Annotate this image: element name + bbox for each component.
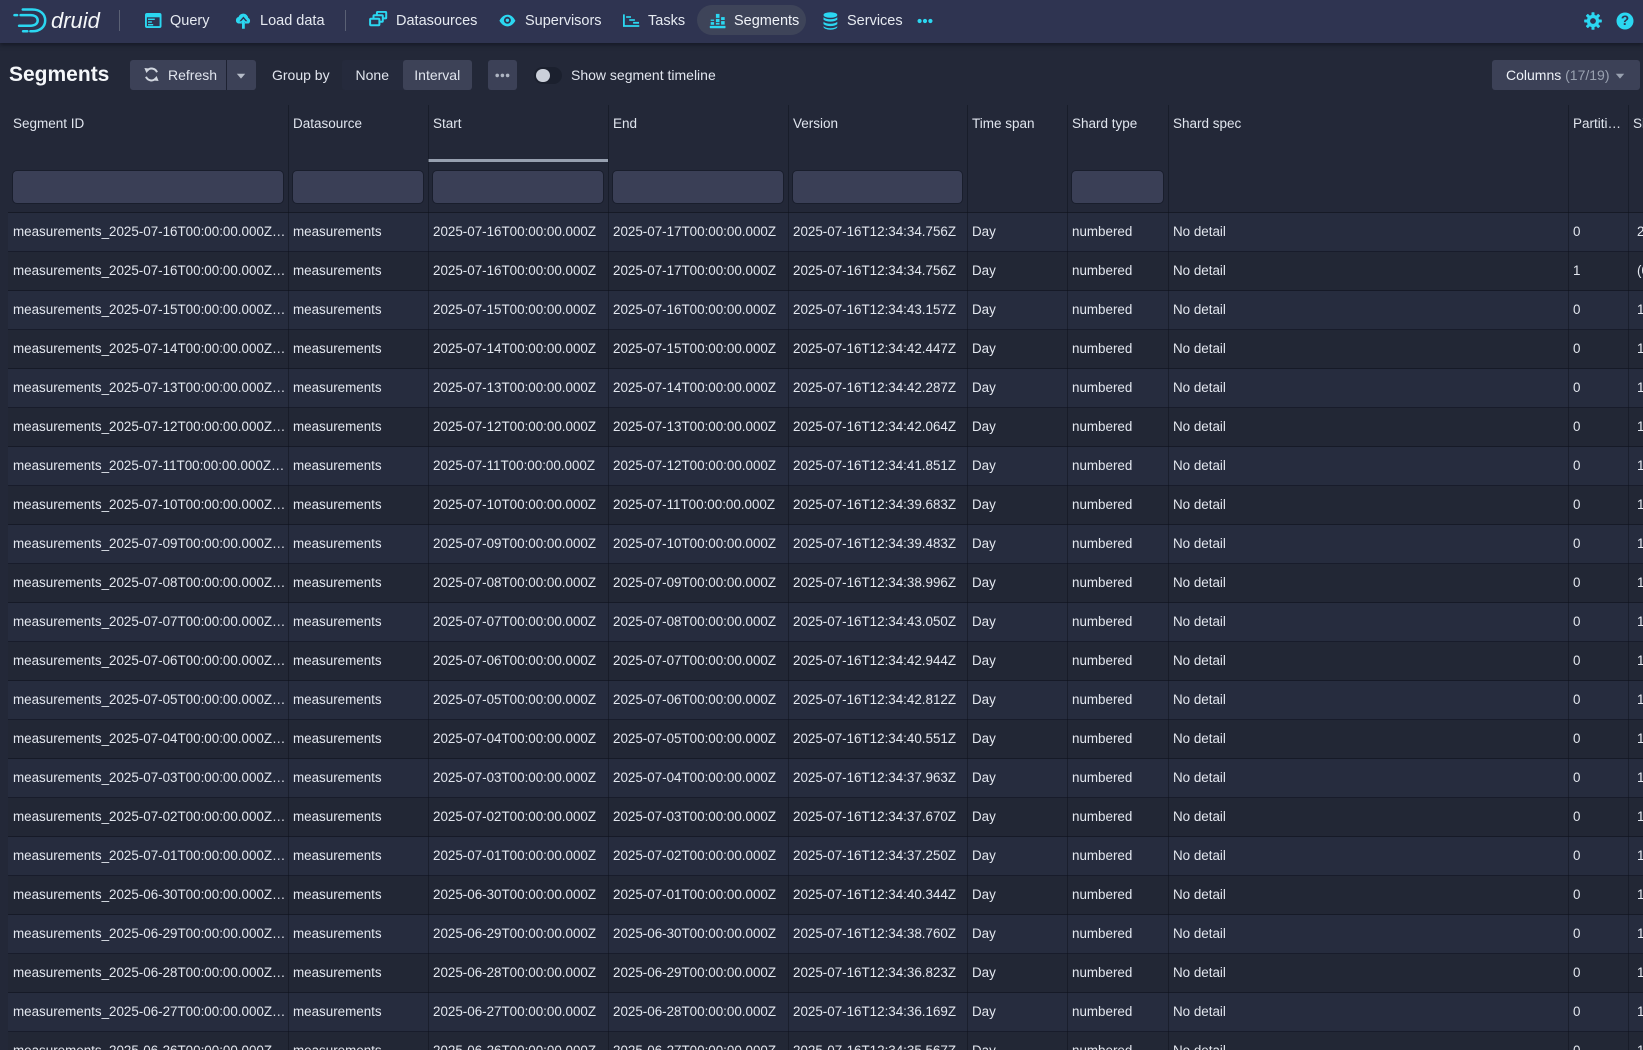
svg-text:?: ? [1621, 13, 1629, 28]
